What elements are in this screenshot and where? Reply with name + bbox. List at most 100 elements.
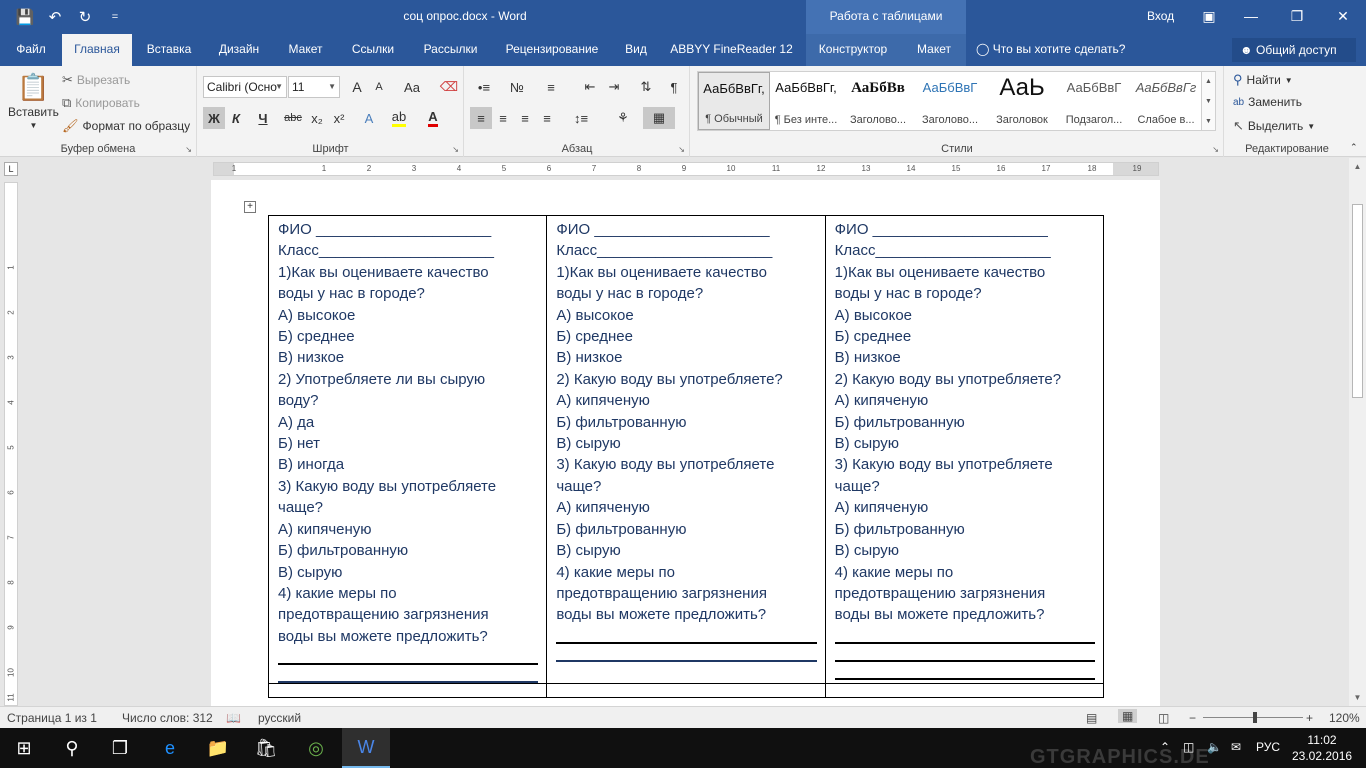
align-left-button[interactable]: ≡ xyxy=(470,107,492,129)
italic-button[interactable]: К xyxy=(225,107,247,129)
zoom-slider-knob[interactable] xyxy=(1253,712,1257,723)
tab-table-layout[interactable]: Макет xyxy=(905,34,963,66)
show-marks-button[interactable]: ¶ xyxy=(663,76,685,98)
text-effects-button[interactable]: A xyxy=(358,107,380,129)
style-no-spacing[interactable]: АаБбВвГг, ¶ Без инте... xyxy=(770,72,842,130)
tray-chevron-icon[interactable]: ⌃ xyxy=(1160,740,1170,754)
share-button[interactable]: ☻ Общий доступ xyxy=(1232,38,1356,62)
dialog-launcher-icon[interactable]: ↘ xyxy=(1212,145,1219,154)
search-icon[interactable]: ⚲ xyxy=(48,728,96,768)
close-icon[interactable]: ✕ xyxy=(1320,0,1366,32)
dialog-launcher-icon[interactable]: ↘ xyxy=(678,145,685,154)
font-name-combo[interactable]: Calibri (Осно ▼ xyxy=(203,76,287,98)
scroll-down-icon[interactable]: ▼ xyxy=(1349,689,1366,706)
minimize-icon[interactable]: — xyxy=(1228,0,1274,32)
strikethrough-button[interactable]: abc xyxy=(280,107,306,129)
style-heading-2[interactable]: АаБбВвГ Заголово... xyxy=(914,72,986,130)
print-layout-icon[interactable]: ▦ xyxy=(1118,709,1138,723)
cut-button[interactable]: ✂ Вырезать xyxy=(62,72,130,88)
document-area[interactable]: + ФИО _____________________ Класс________… xyxy=(22,180,1348,706)
grow-font-button[interactable]: A xyxy=(346,76,368,98)
store-icon[interactable]: 🛍 xyxy=(242,728,290,768)
tab-design[interactable]: Дизайн xyxy=(209,34,269,66)
table-cell[interactable]: ФИО _____________________ Класс__________… xyxy=(267,214,548,685)
ribbon-display-options-icon[interactable]: ▣ xyxy=(1186,0,1232,32)
align-right-button[interactable]: ≡ xyxy=(514,107,536,129)
system-clock[interactable]: 11:02 23.02.2016 xyxy=(1292,732,1352,764)
zoom-level[interactable]: 120% xyxy=(1329,711,1360,725)
subscript-button[interactable]: x₂ xyxy=(306,107,328,129)
tab-mailings[interactable]: Рассылки xyxy=(413,34,488,66)
table-cell[interactable] xyxy=(824,683,1105,699)
tab-table-design[interactable]: Конструктор xyxy=(810,34,896,66)
tab-file[interactable]: Файл xyxy=(6,34,56,66)
collapse-ribbon-icon[interactable]: ⌃ xyxy=(1350,142,1358,153)
gallery-more-icon[interactable]: ▼ xyxy=(1202,112,1215,132)
multilevel-list-button[interactable]: ≡ xyxy=(537,76,565,98)
file-explorer-icon[interactable]: 📁 xyxy=(194,728,242,768)
tab-home[interactable]: Главная xyxy=(62,34,132,66)
table-cell[interactable]: ФИО _____________________ Класс__________… xyxy=(546,214,826,685)
dialog-launcher-icon[interactable]: ↘ xyxy=(452,145,459,154)
superscript-button[interactable]: x² xyxy=(328,107,350,129)
change-case-button[interactable]: Aa xyxy=(396,76,428,98)
scrollbar-thumb[interactable] xyxy=(1352,204,1363,398)
tab-view[interactable]: Вид xyxy=(616,34,656,66)
signin-link[interactable]: Вход xyxy=(1147,9,1174,23)
zoom-in-button[interactable]: + xyxy=(1306,711,1313,725)
input-language[interactable]: РУС xyxy=(1256,740,1280,754)
shrink-font-button[interactable]: A xyxy=(368,76,390,98)
zoom-slider[interactable] xyxy=(1203,712,1303,723)
document-page[interactable]: + ФИО _____________________ Класс________… xyxy=(211,180,1160,706)
style-heading-1[interactable]: АаБбВв Заголово... xyxy=(842,72,914,130)
highlight-button[interactable]: ab xyxy=(388,107,410,129)
vertical-ruler[interactable]: 1 2 3 4 5 6 7 8 9 10 11 xyxy=(4,182,18,706)
action-center-icon[interactable]: ✉ xyxy=(1231,740,1241,754)
tab-layout[interactable]: Макет xyxy=(278,34,333,66)
proofing-icon[interactable]: 📖 xyxy=(226,711,241,725)
tab-stop-selector[interactable]: L xyxy=(4,162,18,176)
network-icon[interactable]: ◫ xyxy=(1183,740,1194,754)
word-count[interactable]: Число слов: 312 xyxy=(122,711,213,725)
language-indicator[interactable]: русский xyxy=(258,711,301,725)
tab-references[interactable]: Ссылки xyxy=(342,34,404,66)
dialog-launcher-icon[interactable]: ↘ xyxy=(185,145,192,154)
underline-button[interactable]: Ч xyxy=(248,107,278,129)
zoom-out-button[interactable]: − xyxy=(1189,711,1196,725)
style-title[interactable]: АаЬ Заголовок xyxy=(986,72,1058,130)
horizontal-ruler[interactable]: 1 1 2 3 4 5 6 7 8 9 10 11 12 13 14 15 16… xyxy=(213,162,1159,176)
style-normal[interactable]: АаБбВвГг, ¶ Обычный xyxy=(698,72,770,130)
table-cell[interactable] xyxy=(267,683,548,699)
paste-button[interactable]: 📋 Вставить ▼ xyxy=(8,72,59,130)
replace-button[interactable]: ab Заменить xyxy=(1233,95,1302,109)
tab-insert[interactable]: Вставка xyxy=(138,34,200,66)
tab-abbyy[interactable]: ABBYY FineReader 12 xyxy=(665,34,798,66)
numbering-button[interactable]: № xyxy=(503,76,531,98)
tab-review[interactable]: Рецензирование xyxy=(497,34,607,66)
align-center-button[interactable]: ≡ xyxy=(492,107,514,129)
style-subtle-emphasis[interactable]: АаБбВвГг Слабое в... xyxy=(1130,72,1202,130)
web-layout-icon[interactable]: ◫ xyxy=(1158,711,1169,725)
vertical-scrollbar[interactable]: ▲ ▼ xyxy=(1349,158,1366,706)
tell-me-box[interactable]: ◯ Что вы хотите сделать? xyxy=(976,34,1136,66)
shading-button[interactable]: ⚘ xyxy=(609,107,637,129)
volume-icon[interactable]: 🔈 xyxy=(1207,740,1222,754)
gallery-up-icon[interactable]: ▲ xyxy=(1202,72,1215,92)
read-mode-icon[interactable]: ▤ xyxy=(1086,711,1097,725)
bold-button[interactable]: Ж xyxy=(203,107,225,129)
bullets-button[interactable]: •≡ xyxy=(470,76,498,98)
edge-browser-icon[interactable]: e xyxy=(146,728,194,768)
table-cell[interactable]: ФИО _____________________ Класс__________… xyxy=(824,214,1105,685)
line-spacing-button[interactable]: ↕≡ xyxy=(567,107,595,129)
style-subtitle[interactable]: АаБбВвГ Подзагол... xyxy=(1058,72,1130,130)
sort-button[interactable]: ⇅ xyxy=(635,76,657,98)
page-count[interactable]: Страница 1 из 1 xyxy=(7,711,97,725)
format-painter-button[interactable]: 🖌 Формат по образцу xyxy=(62,118,190,134)
task-view-icon[interactable]: ❐ xyxy=(96,728,144,768)
decrease-indent-button[interactable]: ⇤ xyxy=(579,76,601,98)
justify-button[interactable]: ≡ xyxy=(536,107,558,129)
find-button[interactable]: ⚲ Найти ▼ xyxy=(1233,72,1293,88)
font-color-button[interactable]: A xyxy=(422,107,444,129)
restore-icon[interactable]: ❐ xyxy=(1274,0,1320,32)
copy-button[interactable]: ⧉ Копировать xyxy=(62,95,140,111)
